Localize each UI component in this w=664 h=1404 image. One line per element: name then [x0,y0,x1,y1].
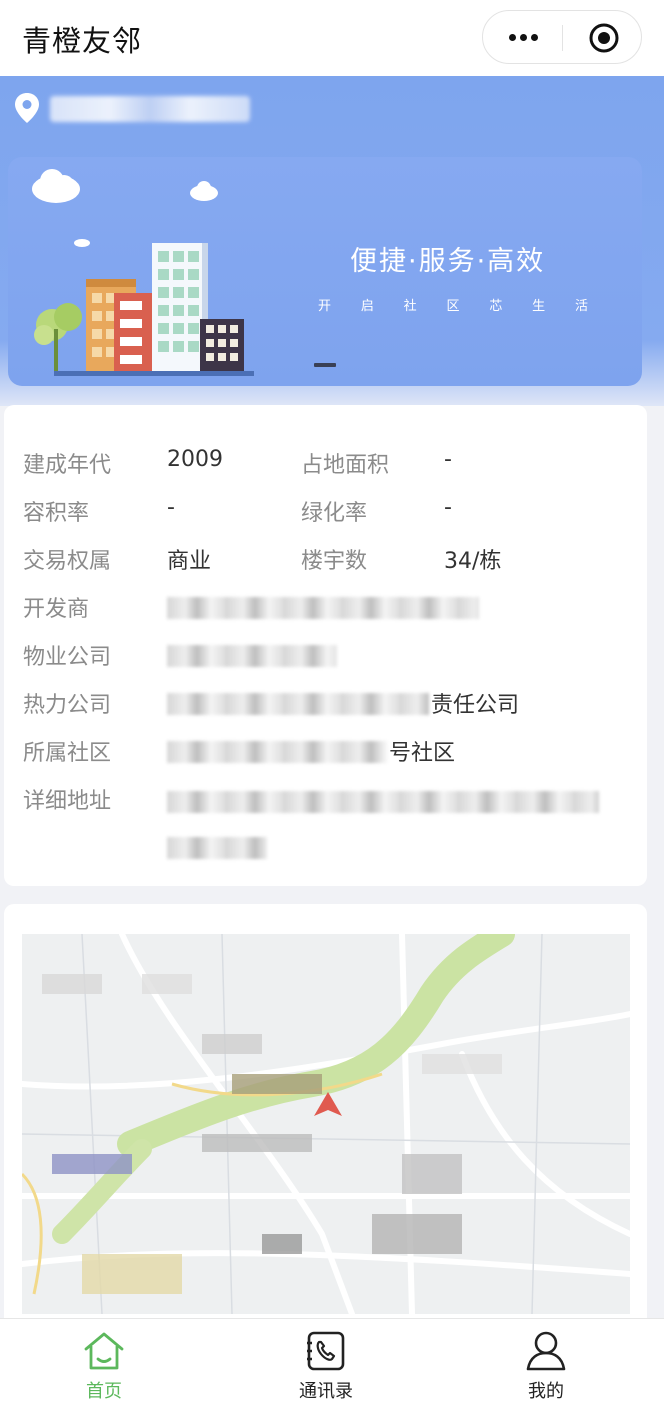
tab-label: 首页 [86,1381,122,1402]
info-row-property-company: 物业公司 [4,639,647,675]
tab-contacts[interactable]: 通讯录 [256,1319,396,1404]
info-label: 详细地址 [23,789,112,814]
info-label: 楼宇数 [301,549,368,574]
info-value: - [444,495,452,520]
location-selector[interactable] [14,92,314,126]
info-label: 交易权属 [23,549,112,574]
info-label: 热力公司 [23,693,112,718]
banner[interactable]: 便捷·服务·高效 开 启 社 区 芯 生 活 [8,157,642,386]
banner-sub-slogan: 开 启 社 区 芯 生 活 [318,295,588,314]
bottom-tab-bar: 首页 通讯录 我的 [0,1318,664,1404]
redacted-value [167,693,429,715]
capsule-divider [562,25,563,51]
info-label: 容积率 [23,501,90,526]
map-illustration [22,934,630,1314]
tab-label: 我的 [528,1381,564,1402]
map-card [4,904,647,1344]
sub-slogan-char: 生 [532,299,546,314]
info-label: 开发商 [23,597,90,622]
sub-slogan-char: 开 [318,299,332,314]
target-icon[interactable] [583,11,627,65]
info-label: 绿化率 [301,501,368,526]
miniprogram-capsule [482,10,642,64]
location-pin-icon [15,93,39,123]
info-row-ownership: 交易权属 商业 楼宇数 34/栋 [4,543,647,579]
sub-slogan-char: 芯 [489,299,503,314]
sub-slogan-char: 社 [403,299,417,314]
redacted-value [167,597,479,619]
redacted-value [167,791,599,813]
info-row-build-year: 建成年代 2009 占地面积 - [4,447,647,483]
contacts-phone-icon [307,1331,345,1371]
info-value: 商业 [167,549,212,574]
info-row-address: 详细地址 [4,783,647,859]
sub-slogan-char: 活 [574,299,588,314]
sub-slogan-char: 启 [360,299,374,314]
title-bar: 青橙友邻 [0,0,664,76]
community-info-card: 建成年代 2009 占地面积 - 容积率 - 绿化率 - 交易权属 商业 楼宇数… [4,405,647,886]
redacted-value [167,837,267,859]
info-value: 2009 [167,447,223,472]
tab-home[interactable]: 首页 [34,1319,174,1404]
banner-page-indicator [314,363,336,367]
redacted-value [167,741,387,763]
info-row-community: 所属社区 号社区 [4,735,647,771]
user-icon [526,1331,566,1371]
info-value: - [444,447,452,472]
app-title: 青橙友邻 [22,24,143,58]
info-value-visible-part: 号社区 [389,741,456,766]
info-value-visible-part: 责任公司 [431,693,520,718]
info-row-plot-ratio: 容积率 - 绿化率 - [4,495,647,531]
info-label: 建成年代 [23,453,112,478]
tab-mine[interactable]: 我的 [476,1319,616,1404]
info-row-developer: 开发商 [4,591,647,627]
info-value: 34/栋 [444,549,502,574]
info-label: 占地面积 [301,453,390,478]
info-label: 物业公司 [23,645,112,670]
banner-slogan: 便捷·服务·高效 [350,246,546,277]
info-label: 所属社区 [23,741,112,766]
location-text-redacted [50,96,250,122]
tab-label: 通讯录 [299,1381,353,1402]
home-icon [84,1332,124,1370]
redacted-value [167,645,337,667]
location-map[interactable] [22,934,630,1314]
sub-slogan-char: 区 [446,299,460,314]
info-value: - [167,495,175,520]
more-dots-icon[interactable] [501,11,545,65]
info-row-heating-company: 热力公司 责任公司 [4,687,647,723]
